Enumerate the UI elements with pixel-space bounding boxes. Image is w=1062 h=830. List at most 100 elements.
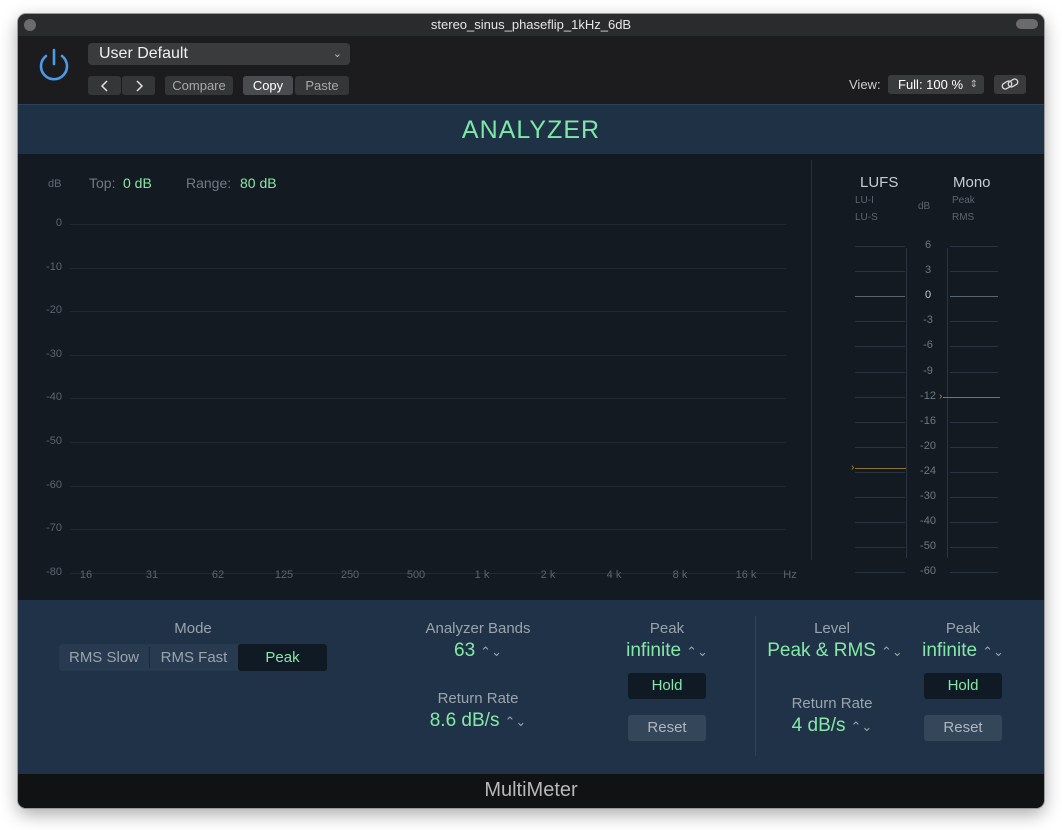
plugin-window: stereo_sinus_phaseflip_1kHz_6dB User Def…	[18, 14, 1044, 808]
grid-line	[70, 442, 786, 443]
title-bar: stereo_sinus_phaseflip_1kHz_6dB	[18, 14, 1044, 36]
preset-label: User Default	[99, 45, 188, 62]
lufs-track	[906, 248, 907, 558]
grid-line	[70, 267, 786, 269]
y-tick-label: -10	[46, 260, 62, 273]
lufs-pointer-marker-icon: ›	[851, 462, 855, 474]
level-return-rate-label: Return Rate	[791, 695, 873, 712]
grid-line	[70, 224, 786, 225]
analyzer-peak-value: infinite	[626, 640, 682, 661]
link-icon	[1001, 78, 1019, 90]
compare-button[interactable]: Compare	[165, 76, 233, 95]
meter-grid-line	[950, 497, 998, 498]
y-tick-label: -30	[46, 347, 62, 360]
level-peak-label: Peak	[945, 620, 981, 637]
controls-panel: Mode RMS Slow RMS Fast Peak Analyzer Ban…	[18, 600, 1044, 774]
mono-header: Mono	[953, 174, 991, 191]
mode-label: Mode	[174, 620, 212, 637]
level-peak-value: infinite	[922, 640, 978, 661]
level-peak-stepper[interactable]: infinite ⌃⌄	[903, 640, 1023, 662]
stepper-icon: ⌃⌄	[982, 644, 1004, 659]
meter-db-unit: dB	[918, 201, 931, 212]
preset-menu[interactable]: User Default ⌄	[88, 43, 350, 65]
meter-tick-label: 6	[924, 239, 932, 251]
stepper-icon: ⌃⌄	[686, 644, 708, 659]
previous-preset-button[interactable]	[88, 76, 121, 95]
mode-rms-fast[interactable]: RMS Fast	[150, 644, 238, 671]
meter-grid-line	[950, 471, 998, 473]
analyzer-reset-button[interactable]: Reset	[628, 715, 706, 741]
plugin-header: User Default ⌄ Compare Copy Paste View: …	[18, 36, 1044, 104]
analyzer-display: dB Top: 0 dB Range: 80 dB 0 -10 -20 -30 -40-…	[18, 154, 1044, 600]
grid-line	[70, 485, 786, 487]
meter-grid-line	[950, 572, 998, 574]
y-tick-label: -70	[46, 522, 62, 535]
next-preset-button[interactable]	[122, 76, 155, 95]
meter-grid-line	[950, 246, 998, 247]
section-banner: ANALYZER	[18, 104, 1044, 155]
meter-tick-label: -6	[923, 339, 933, 352]
meter-grid-line	[855, 446, 905, 448]
analyzer-return-rate-value: 8.6 dB/s	[429, 710, 500, 731]
lufs-pointer-line	[855, 468, 906, 470]
range-value[interactable]: 80 dB	[240, 175, 277, 191]
meter-tick-label: -16	[920, 414, 936, 427]
chevron-down-icon: ⌄	[332, 48, 342, 60]
level-value: Peak & RMS	[767, 640, 876, 661]
meter-grid-line	[855, 547, 905, 549]
y-tick-label: -80	[46, 565, 62, 578]
view-size-value: Full: 100 %	[898, 77, 964, 92]
y-tick-label: -40	[46, 391, 62, 404]
db-unit-label: dB	[48, 178, 62, 190]
meter-grid-line	[950, 321, 998, 323]
paste-button[interactable]: Paste	[295, 76, 349, 95]
power-icon[interactable]	[35, 46, 73, 84]
resize-pill-icon[interactable]	[1016, 19, 1038, 29]
analyzer-bands-stepper[interactable]: 63 ⌃⌄	[403, 640, 553, 662]
meter-grid-line	[855, 346, 905, 348]
meter-grid-line	[855, 471, 905, 473]
x-tick-label: 31	[145, 569, 159, 581]
y-tick-label: -60	[46, 478, 62, 491]
stepper-icon: ⌃⌄	[880, 644, 903, 659]
meter-divider	[811, 160, 812, 560]
analyzer-return-rate-stepper[interactable]: 8.6 dB/s ⌃⌄	[403, 710, 553, 732]
x-tick-label: 500	[406, 569, 426, 581]
meter-tick-label: -24	[920, 464, 936, 477]
meter-grid-line	[855, 271, 905, 273]
mono-track	[947, 248, 948, 558]
analyzer-peak-stepper[interactable]: infinite ⌃⌄	[607, 640, 727, 662]
link-button[interactable]	[994, 75, 1026, 94]
banner-title: ANALYZER	[461, 116, 601, 144]
meter-grid-line	[950, 371, 998, 373]
level-hold-button[interactable]: Hold	[924, 673, 1002, 699]
chevron-left-icon	[100, 80, 108, 92]
copy-button[interactable]: Copy	[243, 76, 293, 95]
mono-peak-pointer-marker-icon: ›	[939, 390, 943, 402]
meter-grid-line	[855, 321, 905, 323]
meter-grid-line	[855, 522, 905, 524]
analyzer-hold-button[interactable]: Hold	[628, 673, 706, 699]
y-tick-label: 0	[55, 217, 62, 229]
x-tick-label: 62	[211, 569, 225, 581]
top-value[interactable]: 0 dB	[123, 175, 152, 191]
x-tick-label: 16	[79, 569, 93, 581]
meter-grid-line	[950, 421, 998, 423]
analyzer-bands-label: Analyzer Bands	[425, 620, 531, 637]
view-size-menu[interactable]: Full: 100 % ⇕	[888, 75, 984, 94]
meter-grid-line	[950, 522, 998, 524]
chevron-right-icon	[135, 80, 143, 92]
level-stepper[interactable]: Peak & RMS ⌃⌄	[755, 640, 915, 662]
view-label: View:	[849, 77, 881, 92]
level-return-rate-stepper[interactable]: 4 dB/s ⌃⌄	[762, 715, 902, 737]
level-return-rate-value: 4 dB/s	[791, 715, 846, 736]
mode-peak[interactable]: Peak	[238, 644, 327, 671]
window-title: stereo_sinus_phaseflip_1kHz_6dB	[430, 17, 632, 32]
lufs-header: LUFS	[860, 174, 899, 191]
lu-i-label: LU-I	[855, 195, 874, 206]
grid-line	[70, 354, 786, 356]
top-label: Top:	[89, 175, 116, 191]
mode-rms-slow[interactable]: RMS Slow	[59, 644, 149, 671]
level-reset-button[interactable]: Reset	[924, 715, 1002, 741]
x-tick-label: 125	[274, 569, 294, 581]
